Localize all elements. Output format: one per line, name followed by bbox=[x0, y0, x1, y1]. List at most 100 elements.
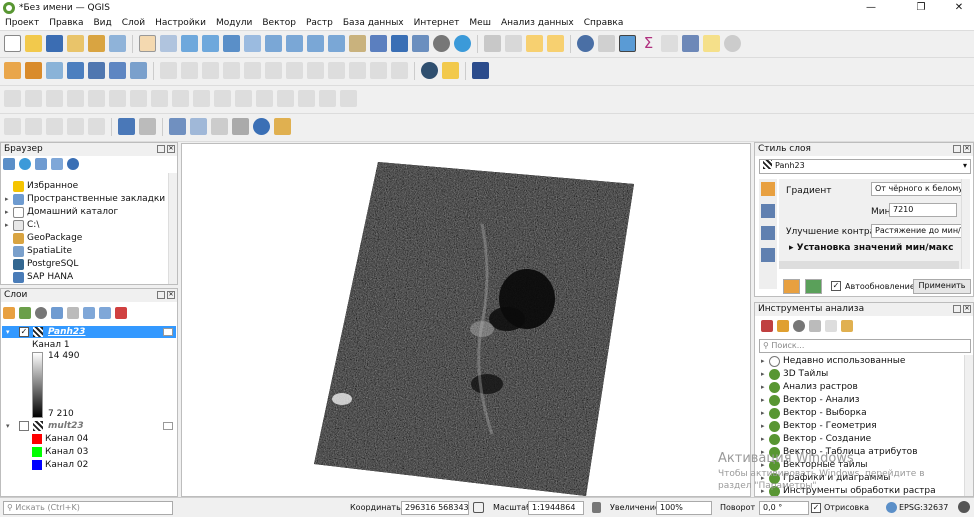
close-panel-icon[interactable]: ✕ bbox=[167, 145, 175, 153]
browser-item-geopackage[interactable]: GeoPackage bbox=[5, 232, 82, 244]
layer-indicator-icon[interactable] bbox=[163, 422, 173, 430]
new-spatialite-icon[interactable] bbox=[130, 62, 147, 79]
maximize-button[interactable]: ❐ bbox=[906, 0, 936, 15]
options-wrench-icon[interactable] bbox=[841, 320, 853, 332]
close-panel-icon[interactable]: ✕ bbox=[167, 291, 175, 299]
layer-row-panh23[interactable]: ▾ ✓ Panh23 bbox=[2, 326, 176, 338]
min-value-input[interactable]: 7210 bbox=[889, 203, 957, 217]
locator-search-input[interactable]: ⚲ Искать (Ctrl+K) bbox=[3, 501, 173, 515]
select-features-icon[interactable] bbox=[505, 35, 522, 52]
sum-icon[interactable]: Σ bbox=[640, 35, 657, 52]
collapse-all-icon[interactable] bbox=[99, 307, 111, 319]
menu-help[interactable]: Справка bbox=[579, 18, 629, 28]
styling-scrollbar[interactable] bbox=[961, 179, 970, 269]
python-console-icon[interactable] bbox=[442, 62, 459, 79]
menu-project[interactable]: Проект bbox=[0, 18, 44, 28]
show-bookmarks-icon[interactable] bbox=[412, 35, 429, 52]
coordinates-field[interactable]: 296316 5683439 bbox=[401, 501, 469, 515]
topology-icon[interactable] bbox=[211, 118, 228, 135]
layer-row-mult23[interactable]: ▾ mult23 bbox=[2, 420, 176, 432]
menu-mesh[interactable]: Меш bbox=[464, 18, 496, 28]
layout-manager-icon[interactable] bbox=[88, 35, 105, 52]
layer-select-combo[interactable]: Panh23 ▾ bbox=[759, 159, 971, 174]
autoupdate-checkbox[interactable]: ✓ bbox=[831, 281, 841, 291]
zoom-out-icon[interactable] bbox=[202, 35, 219, 52]
menu-plugins[interactable]: Модули bbox=[211, 18, 257, 28]
browser-item-favorites[interactable]: Избранное bbox=[5, 180, 78, 192]
style-manager-icon[interactable] bbox=[109, 35, 126, 52]
browser-item-home[interactable]: ▸ Домашний каталог bbox=[5, 206, 118, 218]
toolbox-search-input[interactable]: ⚲ Поиск... bbox=[759, 339, 971, 353]
settings-gear-icon[interactable] bbox=[619, 35, 636, 52]
new-3d-map-icon[interactable] bbox=[370, 35, 387, 52]
minimize-button[interactable]: — bbox=[856, 0, 886, 15]
styling-h-scrollbar[interactable] bbox=[779, 261, 959, 269]
render-checkbox[interactable]: ✓ bbox=[811, 503, 821, 513]
pyramids-tab-icon[interactable] bbox=[761, 248, 775, 262]
rotation-spinbox[interactable]: 0,0 ° bbox=[759, 501, 809, 515]
manage-visibility-icon[interactable] bbox=[35, 307, 47, 319]
zoom-native-icon[interactable] bbox=[286, 35, 303, 52]
map-tips-icon[interactable] bbox=[703, 35, 720, 52]
menu-edit[interactable]: Правка bbox=[44, 18, 88, 28]
toolbox-item-vector-analysis[interactable]: ▸ Вектор - Анализ bbox=[761, 394, 860, 406]
georeferencer-icon[interactable] bbox=[169, 118, 186, 135]
scale-combo[interactable]: 1:1944864 bbox=[528, 501, 584, 515]
locator-icon[interactable] bbox=[724, 35, 741, 52]
toolbox-item-vector-creation[interactable]: ▸ Вектор - Создание bbox=[761, 433, 871, 445]
zoom-next-icon[interactable] bbox=[328, 35, 345, 52]
wrench-icon[interactable] bbox=[274, 118, 291, 135]
messages-icon[interactable] bbox=[958, 501, 970, 513]
plugin-globe-icon[interactable] bbox=[421, 62, 438, 79]
histogram-tab-icon[interactable] bbox=[761, 226, 775, 240]
close-panel-icon[interactable]: ✕ bbox=[963, 145, 971, 153]
toolbox-item-raster-analysis[interactable]: ▸ Анализ растров bbox=[761, 381, 858, 393]
add-group-icon[interactable] bbox=[19, 307, 31, 319]
menu-view[interactable]: Вид bbox=[88, 18, 116, 28]
browser-item-postgresql[interactable]: PostgreSQL bbox=[5, 258, 78, 270]
new-virtual-layer-icon[interactable] bbox=[109, 62, 126, 79]
identify-icon[interactable] bbox=[577, 35, 594, 52]
float-panel-icon[interactable] bbox=[953, 145, 961, 153]
bookmark-icon[interactable] bbox=[391, 35, 408, 52]
new-temporary-layer-icon[interactable] bbox=[88, 62, 105, 79]
browser-item-sap-hana[interactable]: SAP HANA bbox=[5, 271, 73, 283]
expand-all-icon[interactable] bbox=[83, 307, 95, 319]
info-icon[interactable] bbox=[253, 118, 270, 135]
snapping-icon[interactable] bbox=[190, 118, 207, 135]
layer-name-panh23[interactable]: Panh23 bbox=[48, 326, 85, 338]
gradient-combo[interactable]: От чёрного к белому bbox=[871, 182, 963, 196]
history-icon[interactable] bbox=[793, 320, 805, 332]
toolbox-item-vector-selection[interactable]: ▸ Вектор - Выборка bbox=[761, 407, 867, 419]
new-geopackage-icon[interactable] bbox=[25, 62, 42, 79]
refresh-browser-icon[interactable] bbox=[19, 158, 31, 170]
layer-visibility-checkbox[interactable]: ✓ bbox=[19, 327, 29, 337]
results-viewer-icon[interactable] bbox=[809, 320, 821, 332]
undo-style-icon[interactable] bbox=[783, 279, 800, 294]
close-panel-icon[interactable]: ✕ bbox=[963, 305, 971, 313]
collapse-arrow-icon[interactable]: ▾ bbox=[6, 326, 10, 338]
toolbox-item-3d-tiles[interactable]: ▸ 3D Тайлы bbox=[761, 368, 828, 380]
close-button[interactable]: ✕ bbox=[944, 0, 974, 15]
toggle-extents-icon[interactable] bbox=[473, 502, 484, 513]
browser-scrollbar[interactable] bbox=[168, 173, 177, 284]
attribute-table-icon[interactable] bbox=[598, 35, 615, 52]
transparency-tab-icon[interactable] bbox=[761, 204, 775, 218]
menu-vector[interactable]: Вектор bbox=[257, 18, 301, 28]
label-tool-icon[interactable] bbox=[118, 118, 135, 135]
filter-by-expression-icon[interactable] bbox=[67, 307, 79, 319]
menu-settings[interactable]: Настройки bbox=[150, 18, 211, 28]
new-map-view-icon[interactable] bbox=[349, 35, 366, 52]
edit-features-icon[interactable] bbox=[825, 320, 837, 332]
zoom-to-layer-icon[interactable] bbox=[265, 35, 282, 52]
layer-name-mult23[interactable]: mult23 bbox=[48, 420, 84, 432]
symbology-tab-icon[interactable] bbox=[761, 182, 775, 196]
float-panel-icon[interactable] bbox=[157, 291, 165, 299]
zoom-in-icon[interactable] bbox=[181, 35, 198, 52]
scripts-icon[interactable] bbox=[777, 320, 789, 332]
refresh-icon[interactable] bbox=[454, 35, 471, 52]
deselect-icon[interactable] bbox=[526, 35, 543, 52]
crs-button[interactable]: EPSG:32637 bbox=[899, 502, 948, 514]
apply-button[interactable]: Применить bbox=[913, 279, 971, 294]
menu-web[interactable]: Интернет bbox=[409, 18, 465, 28]
